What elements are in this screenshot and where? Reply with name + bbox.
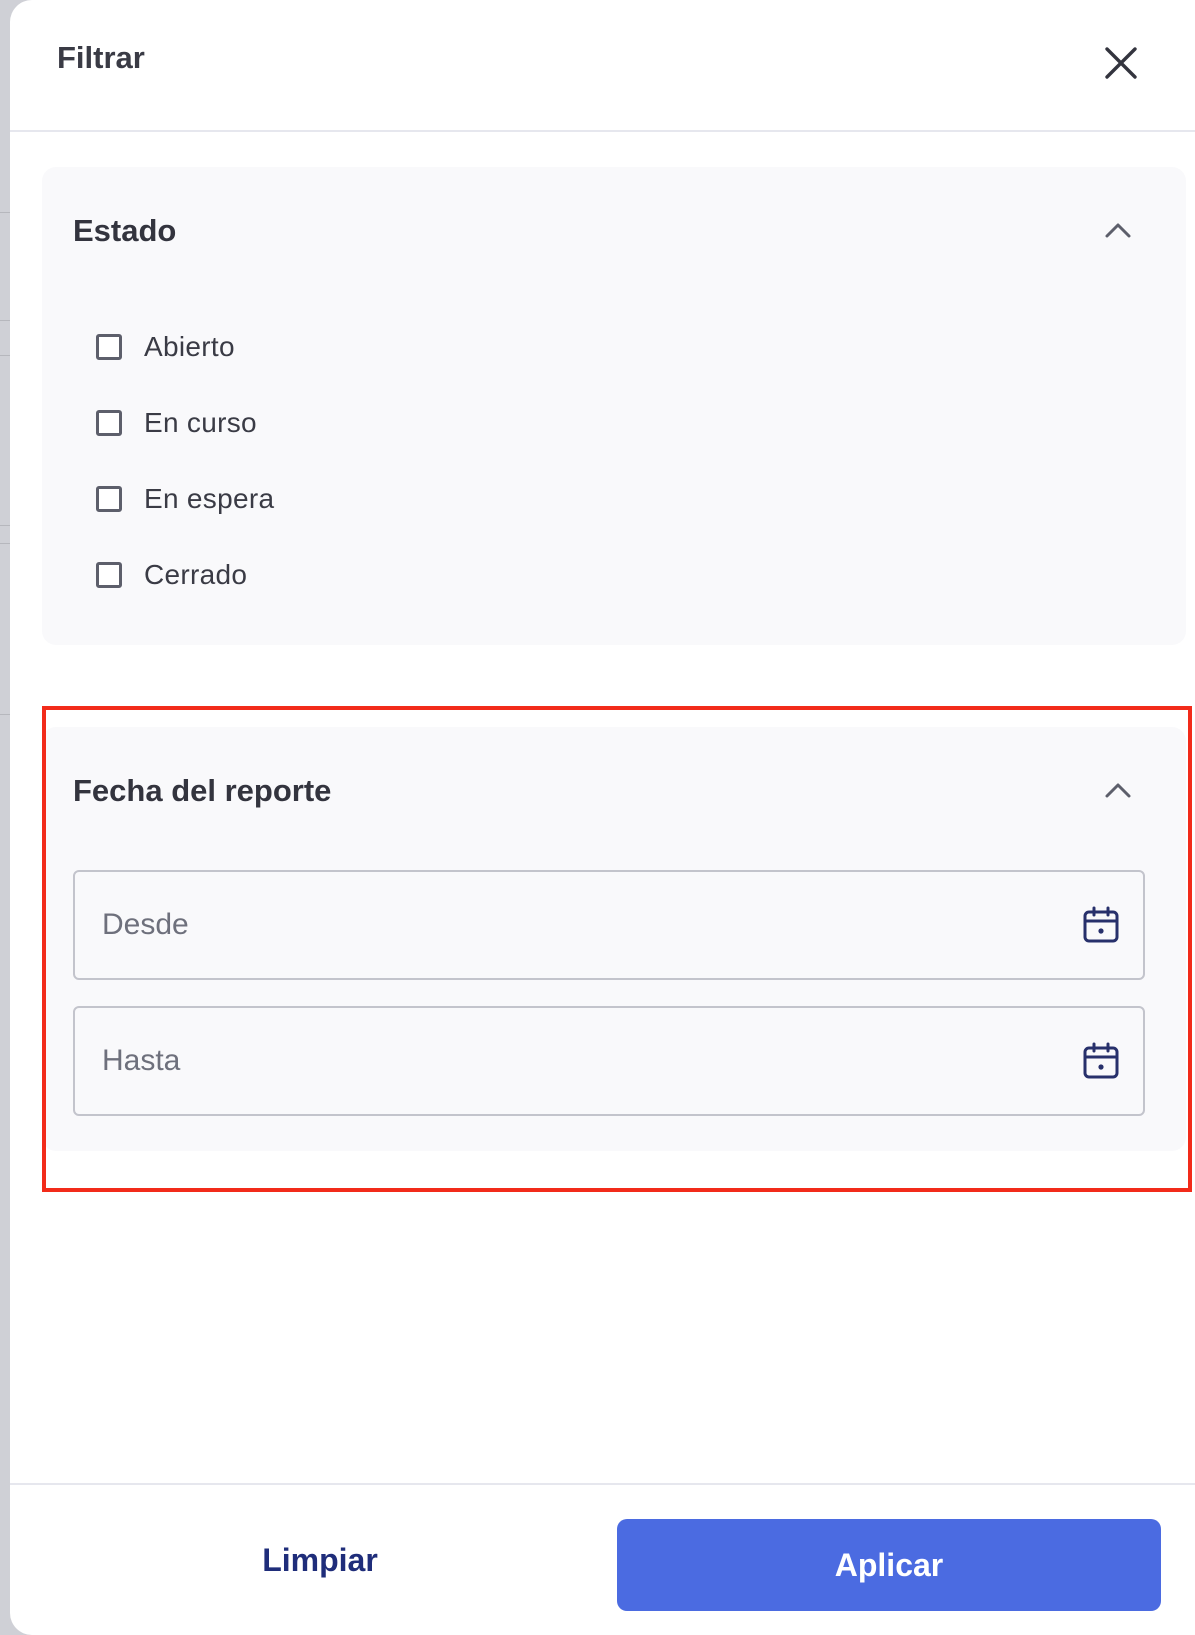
fecha-collapse-button[interactable] — [1098, 770, 1138, 810]
checkbox[interactable] — [96, 562, 122, 588]
estado-section: Estado Abierto En curso En espera Cerrad… — [42, 167, 1186, 645]
option-label: Cerrado — [144, 559, 248, 590]
panel-header: Filtrar — [10, 0, 1195, 132]
estado-section-title: Estado — [73, 213, 177, 248]
clear-button[interactable]: Limpiar — [200, 1524, 440, 1596]
estado-option-en-espera[interactable]: En espera — [96, 479, 274, 519]
estado-option-cerrado[interactable]: Cerrado — [96, 555, 247, 595]
date-from-placeholder: Desde — [102, 908, 189, 941]
fecha-section-title: Fecha del reporte — [73, 773, 332, 808]
panel-footer: Limpiar Aplicar — [10, 1483, 1195, 1635]
date-from-field[interactable]: Desde — [73, 870, 1145, 980]
close-icon — [1105, 47, 1137, 79]
apply-button[interactable]: Aplicar — [617, 1519, 1161, 1611]
estado-option-en-curso[interactable]: En curso — [96, 403, 257, 443]
fecha-section: Fecha del reporte Desde Hasta — [42, 727, 1186, 1151]
option-label: En espera — [144, 483, 275, 514]
panel-title: Filtrar — [57, 40, 145, 75]
date-to-placeholder: Hasta — [102, 1044, 181, 1077]
close-button[interactable] — [1098, 40, 1144, 86]
checkbox[interactable] — [96, 410, 122, 436]
estado-option-abierto[interactable]: Abierto — [96, 327, 235, 367]
date-to-field[interactable]: Hasta — [73, 1006, 1145, 1116]
estado-collapse-button[interactable] — [1098, 210, 1138, 250]
filter-panel: Filtrar Estado Abierto En curso En esper… — [10, 0, 1195, 1635]
calendar-icon[interactable] — [1081, 1041, 1121, 1081]
checkbox[interactable] — [96, 486, 122, 512]
option-label: En curso — [144, 407, 257, 438]
chevron-up-icon — [1105, 783, 1131, 798]
calendar-icon[interactable] — [1081, 905, 1121, 945]
chevron-up-icon — [1105, 223, 1131, 238]
option-label: Abierto — [144, 331, 235, 362]
checkbox[interactable] — [96, 334, 122, 360]
